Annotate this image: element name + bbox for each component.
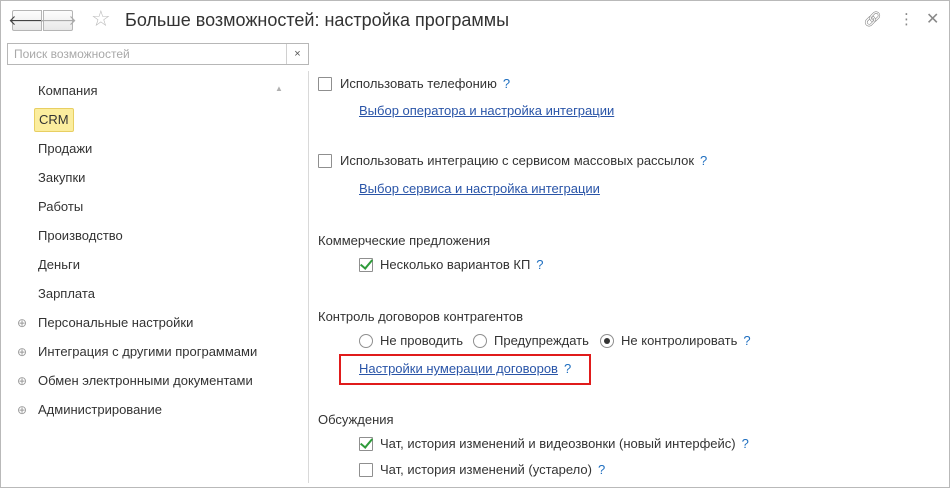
contracts-radio-group: Не проводить Предупреждать Не контролиро… (359, 331, 809, 351)
offers-label-wrap: Несколько вариантов КП? (380, 255, 544, 275)
sidebar-item-purchases[interactable]: Закупки (38, 168, 85, 188)
sidebar-item-money[interactable]: Деньги (38, 255, 80, 275)
sidebar-item-crm[interactable]: CRM (34, 108, 74, 132)
telephony-checkbox[interactable] (318, 77, 332, 91)
offers-label: Несколько вариантов КП (380, 257, 531, 272)
sidebar-group-personal[interactable]: ⊕ Персональные настройки (17, 313, 193, 333)
radio-label-no-control: Не контролировать (621, 333, 738, 348)
title-bar: 🡐 🡒 ☆ Больше возможностей: настройка про… (1, 1, 949, 39)
telephony-setup-link[interactable]: Выбор оператора и настройка интеграции (359, 103, 614, 118)
sidebar-item-salary[interactable]: Зарплата (38, 284, 95, 304)
contracts-link-row: Настройки нумерации договоров? (359, 359, 571, 379)
back-button[interactable]: 🡐 (8, 10, 46, 31)
sidebar-item-sales[interactable]: Продажи (38, 139, 92, 159)
sidebar-item-company[interactable]: Компания (38, 81, 98, 101)
discussions-row-1: Чат, история изменений и видеозвонки (но… (359, 434, 859, 454)
chat-old-checkbox[interactable] (359, 463, 373, 477)
clear-search-button[interactable]: × (286, 44, 308, 64)
telephony-row: Использовать телефонию? (318, 74, 918, 94)
sidebar-group-label: Обмен электронными документами (38, 373, 253, 388)
help-icon[interactable]: ? (536, 257, 543, 272)
link-icon[interactable]: 🔗︎ (863, 11, 882, 29)
expand-icon[interactable]: ⊕ (17, 342, 29, 362)
telephony-label: Использовать телефонию (340, 76, 497, 91)
mailing-label-wrap: Использовать интеграцию с сервисом массо… (340, 151, 707, 171)
search-box: × (7, 43, 309, 65)
discussions-row-2: Чат, история изменений (устарело)? (359, 460, 859, 480)
sidebar-group-label: Администрирование (38, 402, 162, 417)
chat-new-checkbox[interactable] (359, 437, 373, 451)
telephony-link-row: Выбор оператора и настройка интеграции (359, 101, 614, 121)
radio-label-no-control-wrap: Не контролировать? (621, 331, 751, 351)
sidebar-group-label: Персональные настройки (38, 315, 194, 330)
panel-divider[interactable] (308, 71, 309, 483)
mailing-row: Использовать интеграцию с сервисом массо… (318, 151, 918, 171)
chat-old-label: Чат, история изменений (устарело) (380, 462, 592, 477)
chat-new-label: Чат, история изменений и видеозвонки (но… (380, 436, 736, 451)
help-icon[interactable]: ? (564, 361, 571, 376)
expand-icon[interactable]: ⊕ (17, 313, 29, 333)
sidebar-group-admin[interactable]: ⊕ Администрирование (17, 400, 162, 420)
expand-icon[interactable]: ⊕ (17, 371, 29, 391)
telephony-label-wrap: Использовать телефонию? (340, 74, 510, 94)
chat-new-label-wrap: Чат, история изменений и видеозвонки (но… (380, 434, 749, 454)
sidebar: ▲ Компания CRM Продажи Закупки Работы Пр… (7, 71, 309, 483)
offers-row: Несколько вариантов КП? (359, 255, 759, 275)
close-icon[interactable]: ✕ (926, 11, 939, 29)
more-icon[interactable]: ⋮ (899, 11, 914, 29)
radio-label-no-check: Не проводить (380, 333, 464, 348)
radio-no-check[interactable] (359, 334, 373, 348)
arrow-right-icon: 🡒 (39, 12, 77, 28)
sidebar-group-integration[interactable]: ⊕ Интеграция с другими программами (17, 342, 257, 362)
scroll-up-icon[interactable]: ▲ (275, 84, 283, 93)
offers-checkbox[interactable] (359, 258, 373, 272)
offers-section-title: Коммерческие предложения (318, 233, 491, 248)
help-icon[interactable]: ? (742, 436, 749, 451)
mailing-setup-link[interactable]: Выбор сервиса и настройка интеграции (359, 181, 600, 196)
mailing-label: Использовать интеграцию с сервисом массо… (340, 153, 695, 168)
mailing-link-row: Выбор сервиса и настройка интеграции (359, 179, 600, 199)
help-icon[interactable]: ? (743, 333, 750, 348)
sidebar-item-works[interactable]: Работы (38, 197, 83, 217)
mailing-checkbox[interactable] (318, 154, 332, 168)
page-title: Больше возможностей: настройка программы (125, 10, 510, 30)
settings-window: 🡐 🡒 ☆ Больше возможностей: настройка про… (0, 0, 950, 488)
forward-button[interactable]: 🡒 (39, 10, 77, 31)
chat-old-label-wrap: Чат, история изменений (устарело)? (380, 460, 605, 480)
contracts-section-title: Контроль договоров контрагентов (318, 309, 524, 324)
radio-no-control[interactable] (600, 334, 614, 348)
help-icon[interactable]: ? (598, 462, 605, 477)
contract-numbering-link[interactable]: Настройки нумерации договоров (359, 361, 558, 376)
search-input[interactable] (8, 44, 288, 64)
help-icon[interactable]: ? (700, 153, 707, 168)
radio-warn[interactable] (473, 334, 487, 348)
sidebar-item-production[interactable]: Производство (38, 226, 123, 246)
expand-icon[interactable]: ⊕ (17, 400, 29, 420)
discussions-section-title: Обсуждения (318, 412, 394, 427)
sidebar-group-label: Интеграция с другими программами (38, 344, 258, 359)
settings-panel: Использовать телефонию? Выбор оператора … (317, 71, 937, 483)
star-icon[interactable]: ☆ (91, 7, 111, 31)
help-icon[interactable]: ? (503, 76, 510, 91)
radio-label-warn: Предупреждать (494, 333, 589, 348)
sidebar-group-edo[interactable]: ⊕ Обмен электронными документами (17, 371, 253, 391)
